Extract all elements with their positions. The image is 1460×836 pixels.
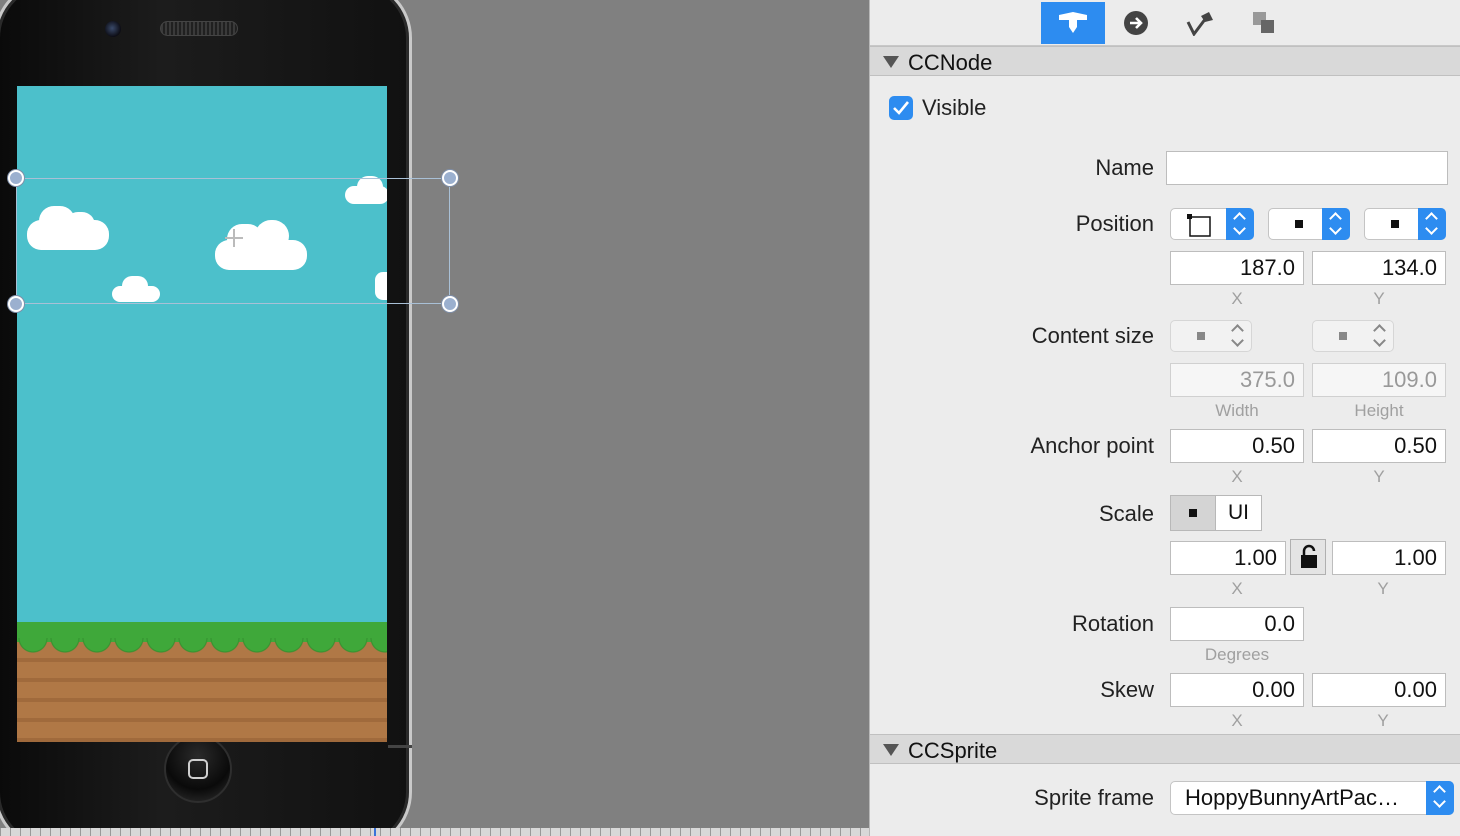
content-width-caption: Width: [1215, 401, 1259, 420]
item-templates-icon: [1253, 12, 1274, 33]
name-label: Name: [1095, 155, 1154, 180]
content-width-unit-popup: [1170, 320, 1252, 352]
skew-x-field[interactable]: 0.00: [1170, 673, 1304, 707]
scale-type-segmented-control: UI: [1170, 495, 1262, 531]
skew-y-field[interactable]: 0.00: [1312, 673, 1446, 707]
anchor-y-caption: Y: [1373, 467, 1385, 486]
tab-item-physics[interactable]: [1168, 2, 1232, 44]
inspector-panel: CCNode Visible Name Position 187.0 134.0…: [869, 0, 1460, 836]
scale-ui-segment[interactable]: UI: [1216, 496, 1261, 530]
resize-handle-top-right[interactable]: [442, 170, 458, 186]
position-y-unit-popup[interactable]: [1364, 208, 1446, 240]
popup-arrow-icon: [1426, 781, 1454, 815]
anchor-x-field[interactable]: 0.50: [1170, 429, 1304, 463]
scale-y-caption: Y: [1377, 579, 1389, 598]
rotation-field[interactable]: 0.0: [1170, 607, 1304, 641]
home-button-icon: [188, 759, 208, 779]
editor-canvas[interactable]: [0, 0, 869, 836]
item-physics-icon: [1186, 12, 1213, 36]
skew-y-caption: Y: [1377, 711, 1389, 730]
section-header-ccsprite[interactable]: CCSprite: [870, 734, 1460, 764]
name-field[interactable]: [1166, 151, 1448, 185]
anchor-x-caption: X: [1231, 467, 1243, 486]
popup-arrow-icon: [1224, 320, 1252, 352]
lock-icon: [1301, 544, 1317, 568]
content-height-caption: Height: [1354, 401, 1404, 420]
popup-arrow-icon: [1322, 208, 1350, 240]
content-width-field: 375.0: [1170, 363, 1304, 397]
unit-dot-icon: [1189, 509, 1197, 517]
position-x-field[interactable]: 187.0: [1170, 251, 1304, 285]
section-title: CCNode: [908, 50, 993, 75]
content-size-label: Content size: [1031, 323, 1154, 348]
position-y-field[interactable]: 134.0: [1312, 251, 1446, 285]
position-y-caption: Y: [1373, 289, 1385, 308]
skew-x-caption: X: [1231, 711, 1243, 730]
tab-node-properties[interactable]: [1041, 2, 1105, 44]
anchor-point-icon[interactable]: [225, 229, 243, 247]
position-x-unit-popup[interactable]: [1268, 208, 1350, 240]
node-properties-icon: [1059, 12, 1087, 33]
popup-arrow-icon: [1366, 320, 1394, 352]
popup-arrow-icon: [1418, 208, 1446, 240]
rotation-caption: Degrees: [1204, 645, 1270, 664]
visible-label: Visible: [922, 95, 987, 120]
ruler-marker: [374, 828, 376, 836]
sprite-frame-value: HoppyBunnyArtPac…: [1185, 785, 1399, 810]
ground-dirt: [17, 642, 387, 742]
inspector-tabbar: [870, 0, 1460, 46]
disclosure-triangle-icon[interactable]: [883, 744, 899, 756]
phone-speaker: [160, 21, 238, 36]
rotation-label: Rotation: [1072, 611, 1154, 636]
horizontal-ruler: [0, 828, 869, 836]
unit-dot-icon: [1295, 220, 1303, 228]
scale-absolute-segment[interactable]: [1171, 496, 1216, 530]
resize-handle-top-left[interactable]: [8, 170, 24, 186]
section-title: CCSprite: [908, 738, 998, 763]
scale-y-field[interactable]: 1.00: [1332, 541, 1446, 575]
unit-dot-icon: [1339, 332, 1347, 340]
tab-code-connections[interactable]: [1104, 2, 1168, 44]
anchor-y-field[interactable]: 0.50: [1312, 429, 1446, 463]
position-label: Position: [1075, 211, 1154, 236]
resize-handle-bottom-right[interactable]: [442, 296, 458, 312]
content-height-field: 109.0: [1312, 363, 1446, 397]
checkmark-icon: [893, 101, 910, 115]
unit-dot-icon: [1391, 220, 1399, 228]
code-connections-icon: [1124, 11, 1148, 35]
popup-arrow-icon: [1226, 208, 1254, 240]
position-x-caption: X: [1231, 289, 1243, 308]
skew-label: Skew: [1100, 677, 1154, 702]
scale-label: Scale: [1098, 501, 1154, 526]
corner-reference-icon: [1187, 214, 1211, 237]
tab-item-templates[interactable]: [1232, 2, 1296, 44]
scale-lock-button[interactable]: [1290, 539, 1326, 575]
position-type-popup[interactable]: [1170, 208, 1254, 240]
home-button: [164, 735, 232, 803]
sprite-frame-popup[interactable]: HoppyBunnyArtPac…: [1170, 781, 1454, 815]
disclosure-triangle-icon[interactable]: [883, 56, 899, 68]
ground-edge: [17, 638, 387, 654]
resize-handle-bottom-left[interactable]: [8, 296, 24, 312]
sprite-frame-label: Sprite frame: [1034, 785, 1154, 810]
scale-x-caption: X: [1231, 579, 1243, 598]
content-height-unit-popup: [1312, 320, 1394, 352]
section-header-ccnode[interactable]: CCNode: [870, 46, 1460, 76]
phone-edge-line: [388, 745, 412, 748]
phone-camera: [105, 21, 121, 37]
scale-x-field[interactable]: 1.00: [1170, 541, 1286, 575]
unit-dot-icon: [1197, 332, 1205, 340]
anchor-point-label: Anchor point: [1030, 433, 1154, 458]
visible-checkbox[interactable]: [889, 96, 913, 120]
